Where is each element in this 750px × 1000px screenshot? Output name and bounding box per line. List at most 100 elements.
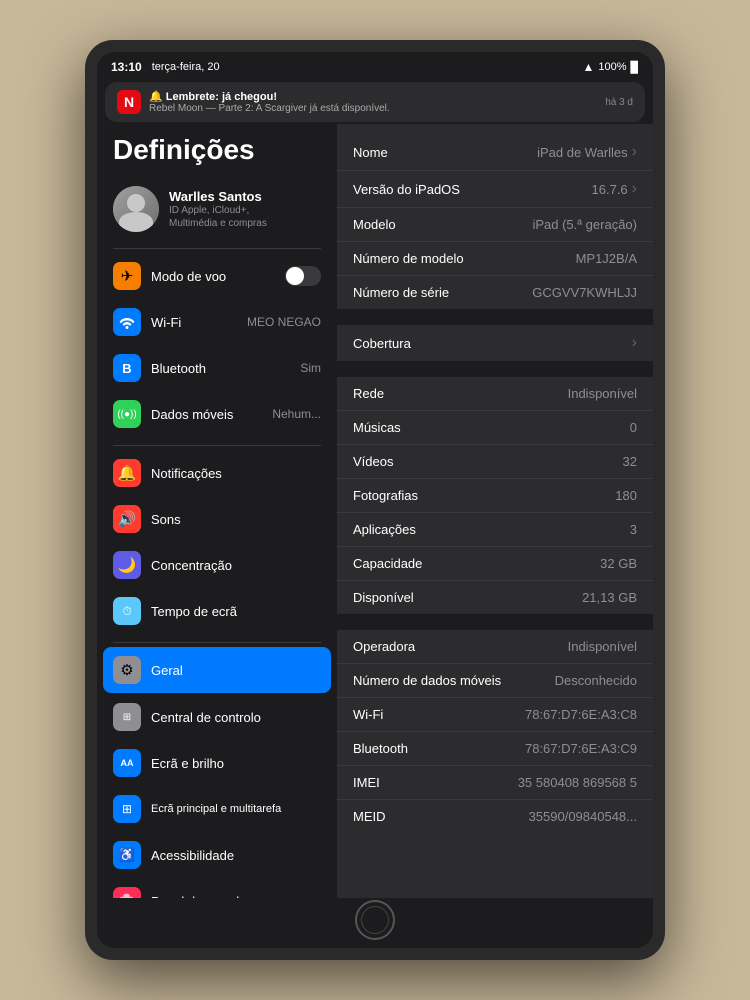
sidebar-item-display[interactable]: AA Ecrã e brilho xyxy=(97,740,337,786)
value-meid: 35590/09840548... xyxy=(529,809,637,824)
value-coverage xyxy=(632,334,637,352)
info-row-photos: Fotografias 180 xyxy=(337,479,653,513)
sidebar-item-notifications[interactable]: 🔔 Notificações xyxy=(97,450,337,496)
screentime-label: Tempo de ecrã xyxy=(151,604,321,619)
home-button-inner xyxy=(361,906,389,934)
value-videos: 32 xyxy=(623,454,637,469)
label-carrier: Operadora xyxy=(353,639,568,654)
label-name: Nome xyxy=(353,145,537,160)
sidebar-item-cellular[interactable]: ((●)) Dados móveis Nehum... xyxy=(97,391,337,437)
notifications-label: Notificações xyxy=(151,466,321,481)
info-row-music: Músicas 0 xyxy=(337,411,653,445)
device-info-section: Nome iPad de Warlles Versão do iPadOS 16… xyxy=(337,134,653,309)
airplane-toggle[interactable] xyxy=(285,266,321,286)
sidebar-item-wifi[interactable]: Wi-Fi MEO NEGAO xyxy=(97,299,337,345)
label-videos: Vídeos xyxy=(353,454,623,469)
divider-1 xyxy=(113,248,321,249)
sidebar-item-bluetooth[interactable]: B Bluetooth Sim xyxy=(97,345,337,391)
homescreen-label: Ecrã principal e multitarefa xyxy=(151,803,321,815)
bluetooth-value: Sim xyxy=(300,361,321,375)
notification-content: 🔔 Lembrete: já chegou! Rebel Moon — Part… xyxy=(149,90,597,114)
sounds-label: Sons xyxy=(151,512,321,527)
label-model: Modelo xyxy=(353,217,532,232)
accessibility-label: Acessibilidade xyxy=(151,848,321,863)
notification-body: Rebel Moon — Parte 2: A Scargiver já est… xyxy=(149,103,597,114)
notification-banner[interactable]: N 🔔 Lembrete: já chegou! Rebel Moon — Pa… xyxy=(105,82,645,122)
battery-icon: ▉ xyxy=(631,61,639,74)
info-row-imei: IMEI 35 580408 869568 5 xyxy=(337,766,653,800)
info-row-model: Modelo iPad (5.ª geração) xyxy=(337,208,653,242)
cellular-icon: ((●)) xyxy=(113,400,141,428)
value-model: iPad (5.ª geração) xyxy=(532,217,637,232)
sidebar-item-airplane[interactable]: ✈ Modo de voo xyxy=(97,253,337,299)
device-frame: 13:10 terça-feira, 20 ▲ 100% ▉ N 🔔 Lembr… xyxy=(85,40,665,960)
value-model-number: MP1J2B/A xyxy=(576,251,637,266)
general-label: Geral xyxy=(151,663,321,678)
divider-3 xyxy=(113,642,321,643)
sidebar-item-wallpaper[interactable]: 🌸 Papel de parede xyxy=(97,878,337,898)
value-music: 0 xyxy=(630,420,637,435)
homescreen-icon: ⊞ xyxy=(113,795,141,823)
wallpaper-icon: 🌸 xyxy=(113,887,141,898)
value-cellular-number: Desconhecido xyxy=(555,673,637,688)
info-row-coverage[interactable]: Cobertura xyxy=(337,325,653,361)
value-carrier: Indisponível xyxy=(568,639,637,654)
label-network: Rede xyxy=(353,386,568,401)
sidebar-item-control[interactable]: ⊞ Central de controlo xyxy=(97,694,337,740)
sidebar-item-sounds[interactable]: 🔊 Sons xyxy=(97,496,337,542)
avatar-image xyxy=(113,186,159,232)
notification-title: 🔔 Lembrete: já chegou! xyxy=(149,90,597,103)
label-ipados: Versão do iPadOS xyxy=(353,182,592,197)
notification-time: há 3 d xyxy=(605,97,633,108)
value-network: Indisponível xyxy=(568,386,637,401)
divider-2 xyxy=(113,445,321,446)
spacer-3 xyxy=(337,614,653,630)
info-row-carrier: Operadora Indisponível xyxy=(337,630,653,664)
label-model-number: Número de modelo xyxy=(353,251,576,266)
detail-panel: Nome iPad de Warlles Versão do iPadOS 16… xyxy=(337,124,653,898)
display-label: Ecrã e brilho xyxy=(151,756,321,771)
spacer-2 xyxy=(337,361,653,377)
value-imei: 35 580408 869568 5 xyxy=(518,775,637,790)
profile-section[interactable]: Warlles Santos ID Apple, iCloud+,Multimé… xyxy=(97,178,337,240)
wifi-value: MEO NEGAO xyxy=(247,315,321,329)
info-row-name[interactable]: Nome iPad de Warlles xyxy=(337,134,653,171)
label-cellular-number: Número de dados móveis xyxy=(353,673,555,688)
coverage-section: Cobertura xyxy=(337,325,653,361)
info-row-videos: Vídeos 32 xyxy=(337,445,653,479)
value-ipados: 16.7.6 xyxy=(592,180,637,198)
wifi-setting-icon xyxy=(113,308,141,336)
status-time: 13:10 xyxy=(111,60,142,74)
screentime-icon: ⏱ xyxy=(113,597,141,625)
info-row-apps: Aplicações 3 xyxy=(337,513,653,547)
info-row-serial: Número de série GCGVV7KWHLJJ xyxy=(337,276,653,309)
general-group: ⚙ Geral ⊞ Central de controlo AA Ecrã e … xyxy=(97,647,337,898)
value-available: 21,13 GB xyxy=(582,590,637,605)
sounds-icon: 🔊 xyxy=(113,505,141,533)
label-photos: Fotografias xyxy=(353,488,615,503)
profile-info: Warlles Santos ID Apple, iCloud+,Multimé… xyxy=(169,189,267,230)
avatar xyxy=(113,186,159,232)
sidebar-item-general[interactable]: ⚙ Geral xyxy=(103,647,331,693)
bluetooth-label: Bluetooth xyxy=(151,361,290,376)
sidebar-item-homescreen[interactable]: ⊞ Ecrã principal e multitarefa xyxy=(97,786,337,832)
control-label: Central de controlo xyxy=(151,710,321,725)
notifications-group: 🔔 Notificações 🔊 Sons 🌙 Concentração ⏱ T… xyxy=(97,450,337,634)
general-icon: ⚙ xyxy=(113,656,141,684)
label-coverage: Cobertura xyxy=(353,336,632,351)
sidebar-item-accessibility[interactable]: ♿ Acessibilidade xyxy=(97,832,337,878)
value-serial: GCGVV7KWHLJJ xyxy=(532,285,637,300)
info-row-ipados[interactable]: Versão do iPadOS 16.7.6 xyxy=(337,171,653,208)
label-music: Músicas xyxy=(353,420,630,435)
label-capacity: Capacidade xyxy=(353,556,600,571)
focus-icon: 🌙 xyxy=(113,551,141,579)
display-icon: AA xyxy=(113,749,141,777)
sidebar-item-screentime[interactable]: ⏱ Tempo de ecrã xyxy=(97,588,337,634)
sidebar-item-focus[interactable]: 🌙 Concentração xyxy=(97,542,337,588)
label-apps: Aplicações xyxy=(353,522,630,537)
info-row-cellular-number: Número de dados móveis Desconhecido xyxy=(337,664,653,698)
info-row-available: Disponível 21,13 GB xyxy=(337,581,653,614)
status-date: terça-feira, 20 xyxy=(152,61,220,73)
battery-indicator: 100% xyxy=(598,61,626,73)
home-button[interactable] xyxy=(355,900,395,940)
